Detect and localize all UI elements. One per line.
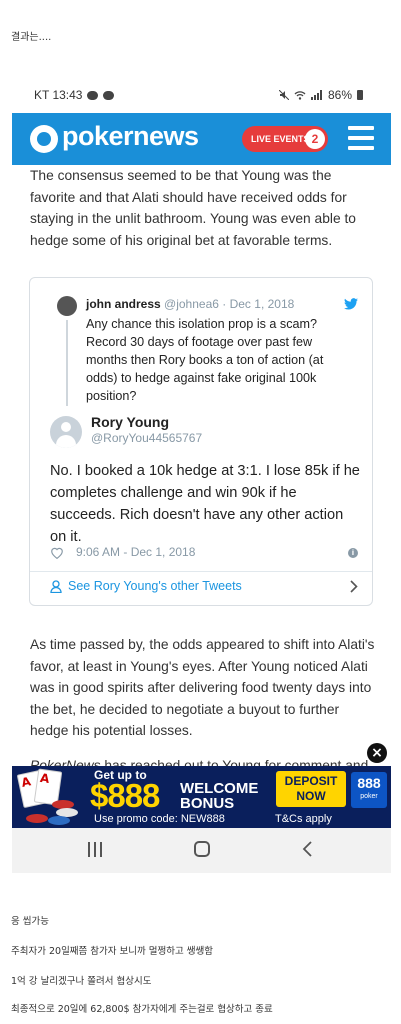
close-ad-button[interactable]: × <box>367 743 387 763</box>
wifi-icon <box>294 91 306 100</box>
hamburger-icon[interactable] <box>348 126 374 150</box>
tweet-author-name[interactable]: Rory Young <box>91 414 169 430</box>
info-icon[interactable]: i <box>348 548 358 558</box>
playing-cards-icon: A A <box>16 768 86 826</box>
home-icon[interactable] <box>194 841 210 857</box>
post-top-text: 결과는.... <box>11 32 52 43</box>
android-nav-bar <box>12 828 391 873</box>
post-comment: 주최자가 20일째쯤 참가자 보니까 멀쩡하고 쌩쌩함 <box>11 946 213 957</box>
battery-icon <box>357 90 363 100</box>
quoted-tweet-text: Any chance this isolation prop is a scam… <box>86 317 324 403</box>
carrier-time: KT 13:43 <box>34 88 83 102</box>
ad-amount: $888 <box>90 777 160 814</box>
ad-welcome-bonus: WELCOME BONUS <box>180 780 259 812</box>
site-logo-text[interactable]: pokernews <box>62 121 199 152</box>
recent-apps-icon[interactable] <box>88 842 103 857</box>
deposit-now-button[interactable]: DEPOSIT NOW <box>276 771 346 807</box>
live-events-label: LIVE EVENTS <box>251 134 310 144</box>
message-icon <box>103 90 115 100</box>
pokernews-logo-icon[interactable] <box>30 125 58 153</box>
ad-banner[interactable]: A A Get up to $888 WELCOME BONUS Use pro… <box>12 766 391 828</box>
author-avatar[interactable] <box>50 416 82 448</box>
live-events-button[interactable]: LIVE EVENTS 2 <box>242 126 328 152</box>
person-icon <box>50 579 62 593</box>
thread-line <box>66 320 68 406</box>
status-bar: KT 13:43 86% <box>12 80 391 110</box>
embedded-tweet[interactable]: john andress @johnea6 · Dec 1, 2018 Any … <box>29 277 373 606</box>
live-events-count: 2 <box>305 129 325 149</box>
quoted-tweet-header: john andress @johnea6 · Dec 1, 2018 <box>86 297 294 311</box>
divider <box>30 571 372 572</box>
ad-terms[interactable]: T&Cs apply <box>275 813 332 825</box>
article-paragraph: The consensus seemed to be that Young wa… <box>30 168 356 248</box>
mute-icon <box>278 90 289 100</box>
signal-icon <box>310 90 322 100</box>
phone-screenshot: KT 13:43 86% pokernews LIVE EVENTS 2 The… <box>12 80 391 875</box>
quoted-date: · Dec 1, 2018 <box>222 297 295 311</box>
article-paragraph: As time passed by, the odds appeared to … <box>30 637 375 738</box>
post-comment: 최종적으로 20일에 62,800$ 참가자에게 주는걸로 협상하고 종료 <box>11 1004 273 1015</box>
chevron-right-icon[interactable] <box>350 580 358 593</box>
tweet-timestamp[interactable]: 9:06 AM - Dec 1, 2018 <box>76 545 195 559</box>
twitter-bird-icon[interactable] <box>344 298 358 310</box>
tweet-author-handle[interactable]: @RoryYou44565767 <box>91 431 202 445</box>
site-header: pokernews LIVE EVENTS 2 <box>12 113 391 165</box>
quoted-author-name[interactable]: john andress <box>86 297 161 311</box>
heart-icon[interactable] <box>50 546 64 559</box>
quoted-author-handle: @johnea6 <box>164 297 219 311</box>
see-more-label: See Rory Young's other Tweets <box>68 579 242 593</box>
post-comment: 1억 강 날리겠구나 쫄려서 협상시도 <box>11 976 152 987</box>
ad-promo-code: Use promo code: NEW888 <box>94 813 225 825</box>
tweet-text: No. I booked a 10k hedge at 3:1. I lose … <box>50 463 360 545</box>
888-logo: 888 poker <box>351 772 387 808</box>
back-icon[interactable] <box>302 840 314 858</box>
battery-level: 86% <box>327 88 352 102</box>
see-more-tweets-link[interactable]: See Rory Young's other Tweets <box>50 579 242 593</box>
tweet-meta: 9:06 AM - Dec 1, 2018 <box>50 545 195 559</box>
post-comment: 응 씹가능 <box>11 916 49 927</box>
quoted-avatar[interactable] <box>57 296 77 316</box>
notification-icon <box>87 90 99 100</box>
